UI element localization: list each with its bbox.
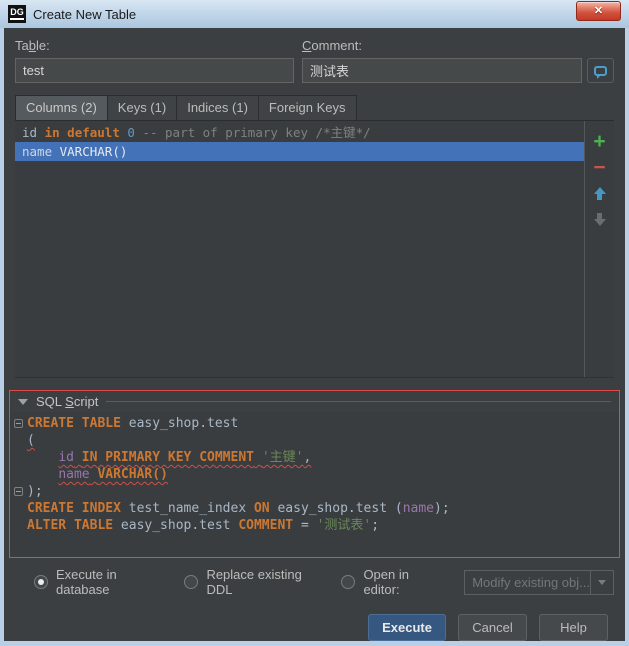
fold-icon bbox=[14, 487, 23, 496]
move-up-button[interactable] bbox=[585, 180, 614, 206]
dropdown-arrow-cell[interactable] bbox=[590, 570, 613, 594]
title-bar[interactable]: DG Create New Table ✕ bbox=[0, 0, 629, 28]
column-row-name[interactable]: name VARCHAR() bbox=[15, 142, 584, 161]
fold-gutter[interactable] bbox=[10, 415, 27, 432]
sql-line[interactable]: CREATE INDEX test_name_index ON easy_sho… bbox=[10, 500, 619, 517]
column-list[interactable]: id in default 0 -- part of primary key /… bbox=[15, 121, 585, 377]
header-rule bbox=[106, 401, 611, 402]
dropdown-value: Modify existing obj... bbox=[472, 574, 590, 590]
fold-icon bbox=[14, 419, 23, 428]
dialog-content: Table: Comment: Columns (2) Keys (1) Ind… bbox=[4, 28, 625, 641]
sql-line[interactable]: ); bbox=[10, 483, 619, 500]
datagrip-logo-icon: DG bbox=[8, 5, 26, 23]
move-down-button[interactable] bbox=[585, 206, 614, 232]
comment-editor-button[interactable] bbox=[587, 58, 614, 83]
create-new-table-dialog: DG Create New Table ✕ Table: Comment: Co… bbox=[0, 0, 629, 646]
table-label: Table: bbox=[15, 38, 50, 53]
radio-execute-in-database[interactable]: Execute in database bbox=[34, 567, 161, 597]
execution-options-row: Execute in database Replace existing DDL… bbox=[15, 567, 614, 597]
columns-editor: id in default 0 -- part of primary key /… bbox=[15, 120, 614, 378]
table-name-input[interactable] bbox=[15, 58, 294, 83]
tab-bar: Columns (2) Keys (1) Indices (1) Foreign… bbox=[15, 95, 614, 121]
tab-indices[interactable]: Indices (1) bbox=[176, 95, 258, 121]
sql-line[interactable]: id IN PRIMARY KEY COMMENT '主键', bbox=[10, 449, 619, 466]
move-up-arrow-icon bbox=[593, 186, 606, 200]
field-labels-row: Table: Comment: bbox=[15, 38, 614, 53]
close-icon: ✕ bbox=[593, 4, 604, 17]
chevron-down-icon bbox=[598, 579, 606, 585]
sql-script-panel: SQL Script CREATE TABLE easy_shop.test (… bbox=[9, 390, 620, 558]
speech-bubble-icon bbox=[594, 65, 607, 79]
collapse-triangle-icon bbox=[18, 398, 28, 405]
radio-replace-existing-ddl[interactable]: Replace existing DDL bbox=[184, 567, 318, 597]
editor-mode-dropdown[interactable]: Modify existing obj... bbox=[464, 569, 614, 595]
help-button[interactable]: Help bbox=[539, 614, 608, 641]
fold-gutter[interactable] bbox=[10, 483, 27, 500]
radio-button-icon[interactable] bbox=[184, 575, 199, 589]
execute-button[interactable]: Execute bbox=[368, 614, 446, 641]
window-title: Create New Table bbox=[33, 6, 137, 22]
radio-open-in-editor[interactable]: Open in editor: bbox=[341, 567, 439, 597]
radio-button-icon[interactable] bbox=[34, 575, 48, 589]
sql-line[interactable]: CREATE TABLE easy_shop.test bbox=[10, 415, 619, 432]
close-button[interactable]: ✕ bbox=[576, 1, 621, 21]
window-frame: Table: Comment: Columns (2) Keys (1) Ind… bbox=[0, 28, 629, 646]
sql-line[interactable]: ( bbox=[10, 432, 619, 449]
column-row-id[interactable]: id in default 0 -- part of primary key /… bbox=[15, 123, 584, 142]
column-list-toolbar: + − bbox=[585, 121, 614, 377]
cancel-button[interactable]: Cancel bbox=[458, 614, 527, 641]
comment-label: Comment: bbox=[302, 38, 362, 53]
add-column-button[interactable]: + bbox=[585, 128, 614, 154]
radio-button-icon[interactable] bbox=[341, 575, 356, 589]
sql-line[interactable]: name VARCHAR() bbox=[10, 466, 619, 483]
dialog-buttons-row: Execute Cancel Help bbox=[15, 614, 614, 641]
remove-column-button[interactable]: − bbox=[585, 154, 614, 180]
minus-icon: − bbox=[593, 155, 606, 179]
sql-line[interactable]: ALTER TABLE easy_shop.test COMMENT = '测试… bbox=[10, 517, 619, 534]
tab-columns[interactable]: Columns (2) bbox=[15, 95, 107, 121]
comment-input[interactable] bbox=[302, 58, 582, 83]
plus-icon: + bbox=[593, 129, 606, 153]
tab-keys[interactable]: Keys (1) bbox=[106, 95, 177, 121]
field-inputs-row bbox=[15, 58, 614, 83]
sql-script-header[interactable]: SQL Script bbox=[10, 391, 619, 412]
sql-code-editor[interactable]: CREATE TABLE easy_shop.test ( id IN PRIM… bbox=[10, 412, 619, 557]
tab-foreign-keys[interactable]: Foreign Keys bbox=[257, 95, 357, 121]
sql-script-title: SQL Script bbox=[36, 394, 99, 409]
move-down-arrow-icon bbox=[593, 212, 606, 226]
